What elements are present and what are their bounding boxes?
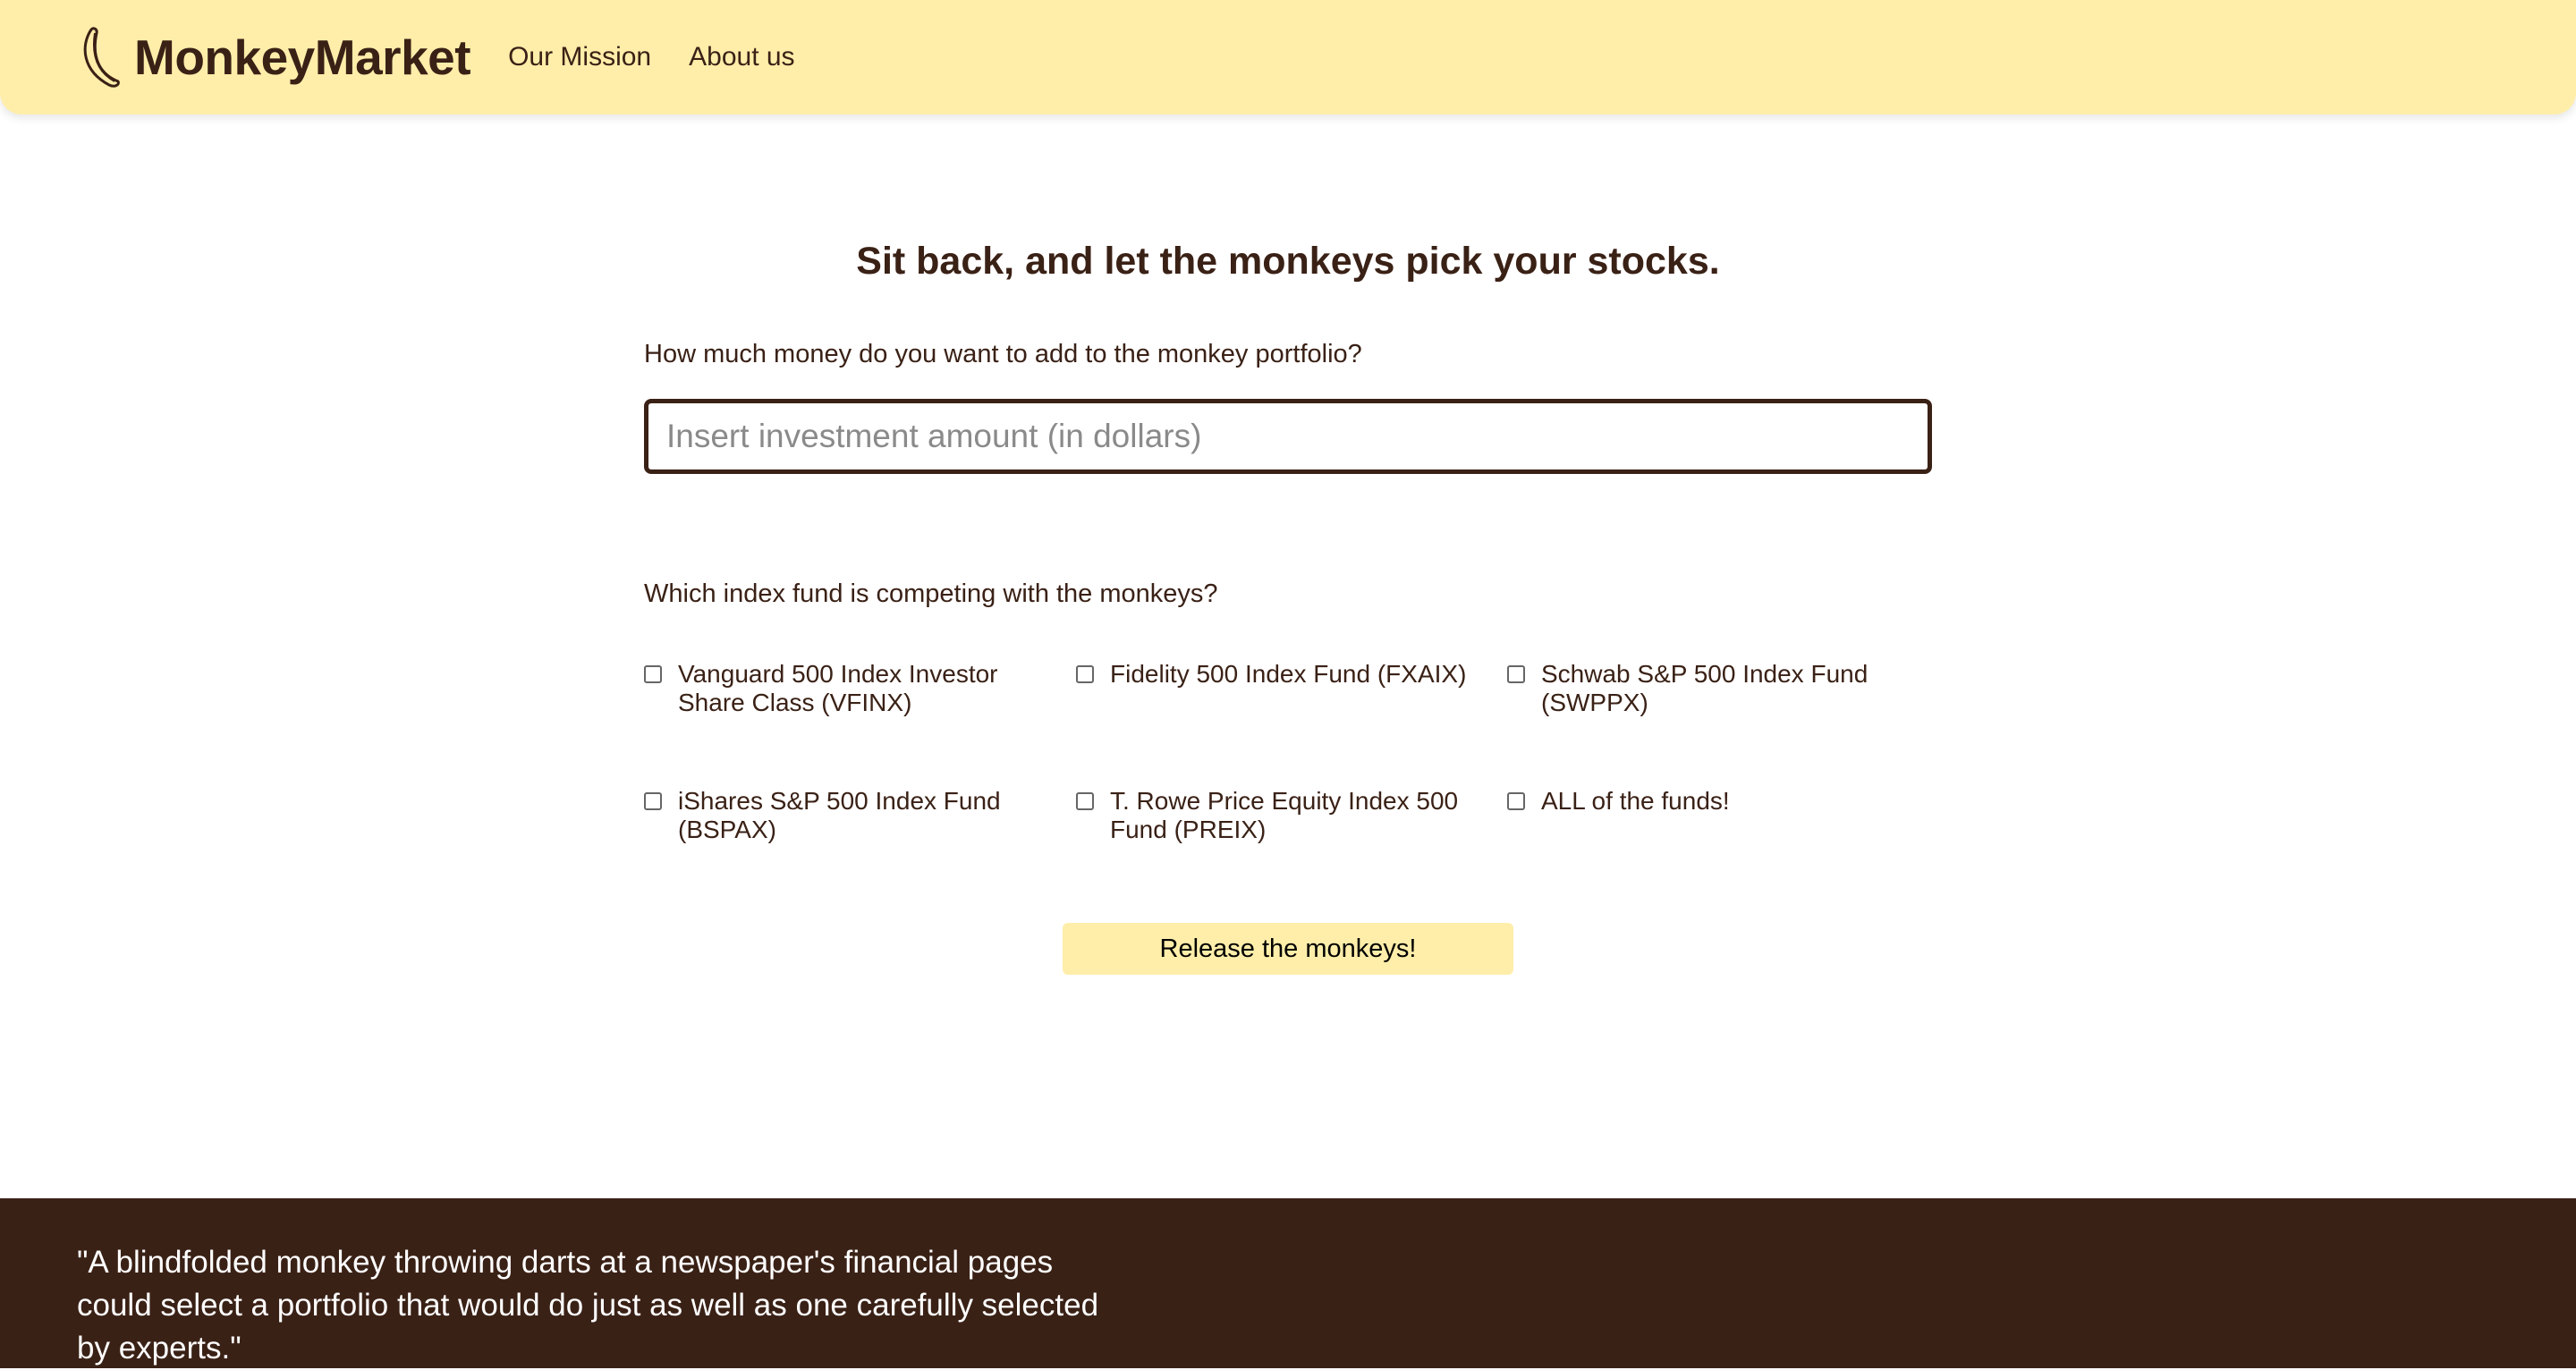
nav-link-our-mission[interactable]: Our Mission xyxy=(508,42,651,72)
fund-option-vfinx[interactable]: Vanguard 500 Index Investor Share Class … xyxy=(644,660,1038,717)
fund-checkbox-vfinx[interactable] xyxy=(644,665,662,683)
fund-option-preix[interactable]: T. Rowe Price Equity Index 500 Fund (PRE… xyxy=(1076,787,1470,844)
fund-checkbox-preix[interactable] xyxy=(1076,792,1094,810)
fund-label: Vanguard 500 Index Investor Share Class … xyxy=(678,660,998,716)
fund-label: Schwab S&P 500 Index Fund (SWPPX) xyxy=(1541,660,1868,716)
footer-quote: "A blindfolded monkey throwing darts at … xyxy=(77,1245,1099,1366)
fund-option-swppx[interactable]: Schwab S&P 500 Index Fund (SWPPX) xyxy=(1507,660,1901,717)
fund-option-bspax[interactable]: iShares S&P 500 Index Fund (BSPAX) xyxy=(644,787,1038,844)
brand-link[interactable]: MonkeyMarket xyxy=(79,26,471,89)
investment-question: How much money do you want to add to the… xyxy=(644,340,1362,368)
fund-checkbox-all[interactable] xyxy=(1507,792,1525,810)
page-headline: Sit back, and let the monkeys pick your … xyxy=(856,240,1720,283)
fund-label: ALL of the funds! xyxy=(1541,787,1730,815)
fund-checkbox-swppx[interactable] xyxy=(1507,665,1525,683)
investment-amount-input[interactable] xyxy=(644,399,1932,474)
fund-checkbox-fxaix[interactable] xyxy=(1076,665,1094,683)
brand-name: MonkeyMarket xyxy=(134,30,471,85)
fund-label: iShares S&P 500 Index Fund (BSPAX) xyxy=(678,787,1001,843)
navbar: MonkeyMarket Our Mission About us xyxy=(0,0,2576,114)
fund-label: Fidelity 500 Index Fund (FXAIX) xyxy=(1110,660,1467,688)
fund-label: T. Rowe Price Equity Index 500 Fund (PRE… xyxy=(1110,787,1459,843)
release-monkeys-button[interactable]: Release the monkeys! xyxy=(1063,923,1513,975)
fund-checkbox-bspax[interactable] xyxy=(644,792,662,810)
fund-option-all[interactable]: ALL of the funds! xyxy=(1507,787,1901,816)
banana-icon xyxy=(83,27,120,88)
nav-link-about-us[interactable]: About us xyxy=(689,42,794,72)
fund-option-fxaix[interactable]: Fidelity 500 Index Fund (FXAIX) xyxy=(1076,660,1470,689)
fund-question: Which index fund is competing with the m… xyxy=(644,579,1218,608)
footer: "A blindfolded monkey throwing darts at … xyxy=(0,1198,2576,1368)
